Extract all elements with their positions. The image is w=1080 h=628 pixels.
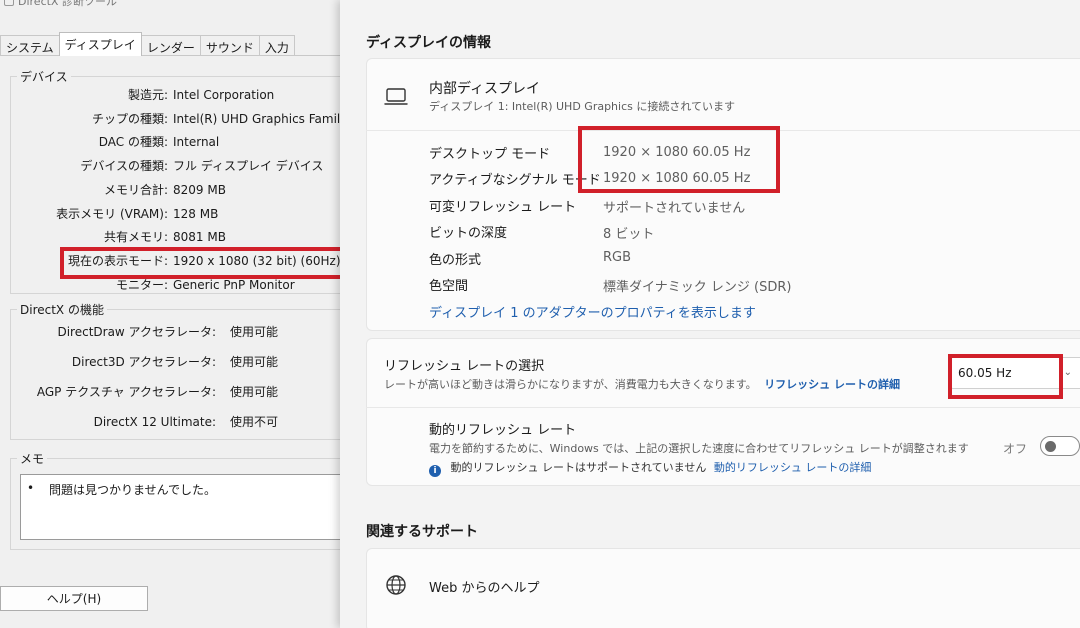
dynamic-refresh-toggle[interactable] — [1040, 436, 1080, 456]
tab-sound[interactable]: サウンド — [199, 35, 260, 56]
refresh-rate-title: リフレッシュ レートの選択 — [384, 359, 545, 374]
help-button[interactable]: ヘルプ(H) — [0, 586, 148, 611]
tab-system[interactable]: システム — [0, 35, 60, 56]
dynamic-refresh-title: 動的リフレッシュ レート — [429, 423, 577, 438]
display-name: 内部ディスプレイ — [429, 81, 541, 97]
memo-text: 問題は見つかりませんでした。 — [49, 483, 217, 497]
dynamic-refresh-info-line: i 動的リフレッシュ レートはサポートされていません 動的リフレッシュ レートの… — [429, 459, 871, 477]
info-label-vrr: 可変リフレッシュ レート — [429, 200, 577, 215]
memo-textbox[interactable]: • 問題は見つかりませんでした。 — [20, 474, 342, 540]
info-value-color-space: 標準ダイナミック レンジ (SDR) — [603, 280, 792, 295]
refresh-rate-description: レートが高いほど動きは滑らかになりますが、消費電力も大きくなります。 — [384, 378, 757, 391]
toggle-knob — [1045, 441, 1056, 452]
tab-input[interactable]: 入力 — [258, 35, 295, 56]
refresh-rate-description-line: レートが高いほど動きは滑らかになりますが、消費電力も大きくなります。 リフレッシ… — [384, 376, 900, 392]
tab-render[interactable]: レンダー — [140, 35, 201, 56]
dynamic-refresh-details-link[interactable]: 動的リフレッシュ レートの詳細 — [714, 461, 872, 474]
related-support-title: 関連するサポート — [366, 524, 478, 540]
info-label-color-format: 色の形式 — [429, 253, 482, 268]
adapter-properties-link[interactable]: ディスプレイ 1 のアダプターのプロパティを表示します — [429, 302, 756, 321]
info-value-color-format: RGB — [603, 250, 632, 265]
display-subtitle: ディスプレイ 1: Intel(R) UHD Graphics に接続されていま… — [429, 100, 736, 113]
display-info-divider — [366, 130, 1080, 131]
info-icon: i — [429, 465, 441, 477]
dxdiag-tabs: システム ディスプレイ レンダー サウンド 入力 — [0, 32, 295, 56]
refresh-rate-dropdown[interactable]: 60.05 Hz ⌄ — [949, 357, 1080, 389]
web-help-label[interactable]: Web からのヘルプ — [429, 577, 539, 596]
info-value-active-signal: 1920 × 1080 60.05 Hz — [603, 171, 751, 186]
refresh-card-divider — [366, 407, 1080, 408]
globe-icon — [385, 574, 407, 596]
memo-bullet: • — [27, 481, 35, 495]
display-info-title: ディスプレイの情報 — [366, 35, 492, 51]
dxdiag-titlebar: DirectX 診断ツール — [0, 0, 350, 10]
app-icon — [4, 0, 14, 6]
refresh-rate-details-link[interactable]: リフレッシュ レートの詳細 — [764, 378, 900, 391]
info-label-bit-depth: ビットの深度 — [429, 226, 508, 241]
device-group-label: デバイス — [17, 68, 71, 85]
refresh-rate-selected: 60.05 Hz — [958, 366, 1012, 380]
info-value-desktop-mode: 1920 × 1080 60.05 Hz — [603, 145, 751, 160]
info-label-active-signal: アクティブなシグナル モード — [429, 173, 601, 188]
info-label-color-space: 色空間 — [429, 279, 469, 294]
info-label-desktop-mode: デスクトップ モード — [429, 147, 551, 162]
dynamic-refresh-description: 電力を節約するために、Windows では、上記の選択した速度に合わせてリフレッ… — [429, 442, 969, 455]
dynamic-refresh-info-text: 動的リフレッシュ レートはサポートされていません — [450, 461, 707, 474]
directx-features-label: DirectX の機能 — [17, 301, 107, 318]
dynamic-refresh-toggle-label: オフ — [1003, 442, 1028, 456]
chevron-down-icon: ⌄ — [1063, 367, 1072, 378]
memo-group-label: メモ — [17, 450, 48, 467]
laptop-icon — [384, 86, 408, 108]
dxdiag-window: DirectX 診断ツール システム ディスプレイ レンダー サウンド 入力 デ… — [0, 0, 350, 628]
dxdiag-title: DirectX 診断ツール — [18, 0, 117, 8]
tab-display[interactable]: ディスプレイ — [58, 32, 142, 56]
settings-window: ディスプレイの情報 内部ディスプレイ ディスプレイ 1: Intel(R) UH… — [340, 0, 1080, 628]
info-value-vrr: サポートされていません — [603, 201, 746, 216]
info-value-bit-depth: 8 ビット — [603, 227, 655, 242]
